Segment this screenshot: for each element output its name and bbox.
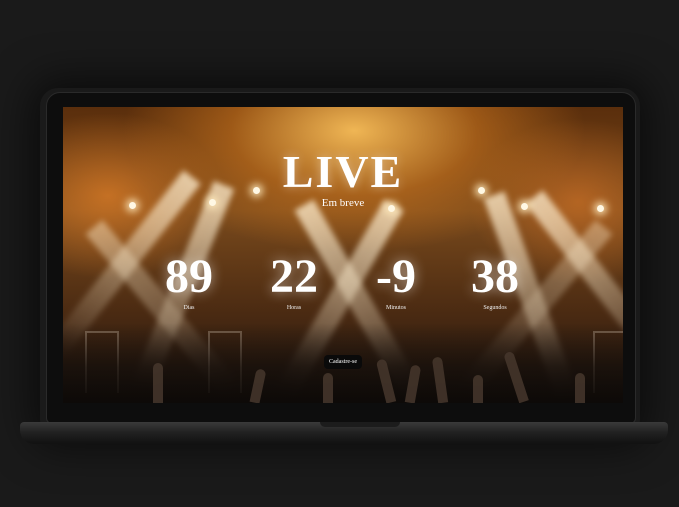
countdown-minutes-value: -9 xyxy=(376,250,416,303)
countdown-seconds-value: 38 xyxy=(471,250,519,303)
laptop-base xyxy=(20,422,668,444)
laptop-notch xyxy=(320,422,400,427)
countdown-days-value: 89 xyxy=(165,250,213,303)
countdown-minutes-label: Minutos xyxy=(385,305,406,311)
countdown-hours-label: Horas xyxy=(286,305,302,311)
page-title: LIVE xyxy=(282,146,404,197)
countdown-days-label: Dias xyxy=(183,305,195,311)
signup-button[interactable]: Cadastre-se xyxy=(324,355,362,369)
countdown-seconds-label: Segundos xyxy=(483,305,507,311)
countdown-seconds: 38 Segundos xyxy=(445,250,545,312)
countdown-minutes: -9 Minutos xyxy=(346,250,446,312)
countdown-hours: 22 Horas xyxy=(244,250,344,312)
countdown-days: 89 Dias xyxy=(139,250,239,312)
page-subtitle: Em breve xyxy=(321,197,365,209)
countdown-hours-value: 22 xyxy=(270,250,318,303)
landing-content: LIVE Em breve 89 Dias 22 Horas -9 Minuto… xyxy=(63,107,623,403)
